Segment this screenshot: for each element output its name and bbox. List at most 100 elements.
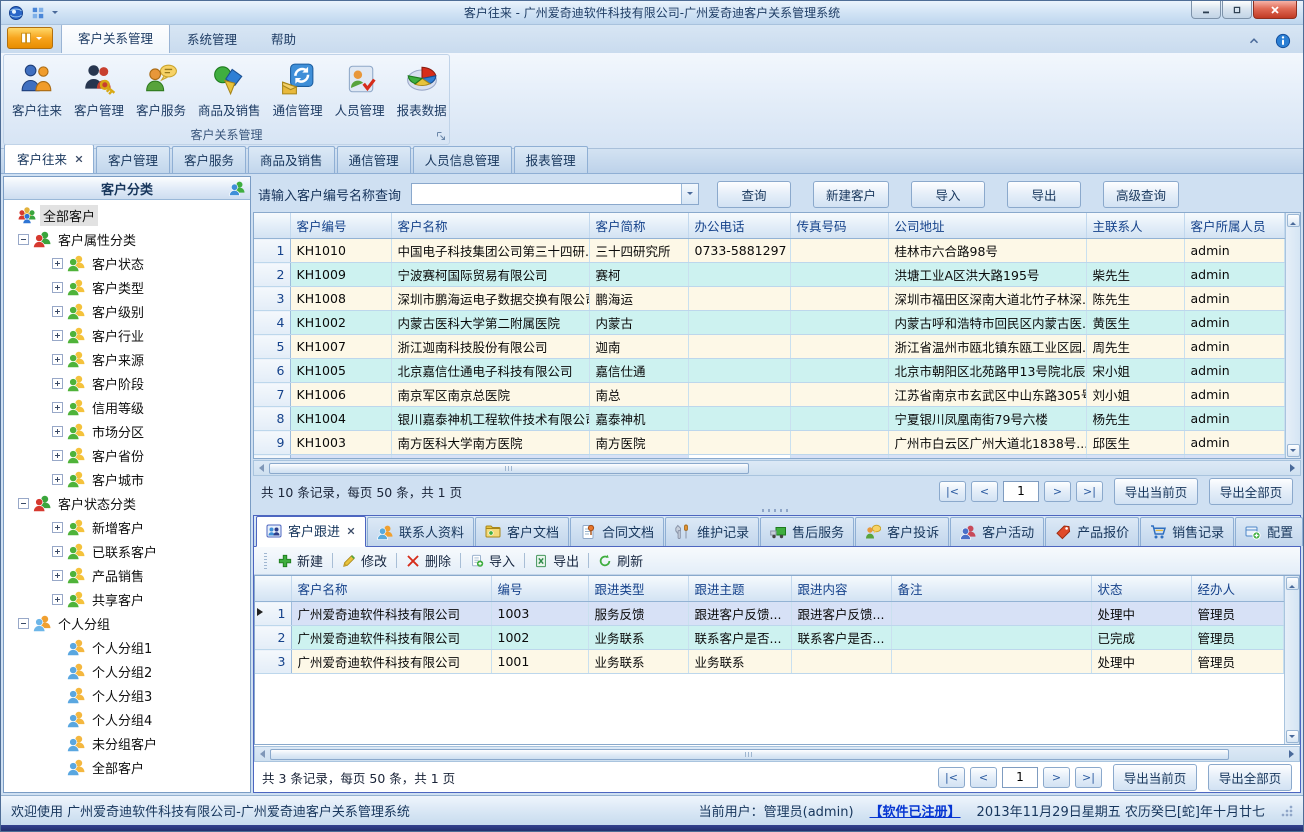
license-link[interactable]: 【软件已注册】 [870, 801, 961, 820]
ribbon-item[interactable]: 客户服务 [130, 58, 192, 121]
dialog-launcher-button[interactable] [435, 130, 447, 142]
panel-splitter[interactable] [253, 506, 1301, 515]
edit-button[interactable]: 修改 [342, 551, 387, 570]
horizontal-scrollbar[interactable] [254, 746, 1300, 762]
detail-tab[interactable]: 销售记录 [1140, 517, 1234, 546]
export-current-button[interactable]: 导出当前页 [1114, 478, 1198, 505]
table-row[interactable]: 7KH1006南京军区南京总医院南总江苏省南京市玄武区中山东路305号刘小姐ad… [254, 383, 1285, 407]
tree-item[interactable]: 信用等级 [4, 395, 250, 419]
column-header[interactable]: 公司地址 [888, 213, 1086, 239]
tree-item[interactable]: 客户来源 [4, 347, 250, 371]
first-page-button[interactable]: |< [939, 481, 966, 502]
customer-search-input[interactable] [412, 184, 681, 204]
column-header[interactable]: 客户编号 [290, 213, 391, 239]
table-row[interactable]: 2KH1009宁波赛柯国际贸易有限公司赛柯洪塘工业A区洪大路195号柴先生adm… [254, 263, 1285, 287]
tree-item[interactable]: 已联系客户 [4, 539, 250, 563]
collapse-icon[interactable] [18, 618, 29, 629]
scroll-up-button[interactable] [1287, 214, 1300, 227]
import-button[interactable]: 导入 [911, 181, 985, 208]
scrollbar-thumb[interactable] [270, 749, 1229, 760]
category-manage-icon[interactable] [229, 180, 245, 196]
ribbon-tab[interactable]: 客户关系管理 [61, 23, 170, 53]
tree-item[interactable]: 产品销售 [4, 563, 250, 587]
combo-dropdown-button[interactable] [681, 184, 698, 204]
refresh-button[interactable]: 刷新 [598, 551, 643, 570]
detail-tab[interactable]: 客户投诉 [855, 517, 949, 546]
table-row[interactable]: 3KH1008深圳市鹏海运电子数据交换有限公司鹏海运深圳市福田区深南大道北竹子林… [254, 287, 1285, 311]
doc-tab[interactable]: 客户服务 [172, 146, 246, 173]
expand-icon[interactable] [52, 594, 63, 605]
tree-item[interactable]: 新增客户 [4, 515, 250, 539]
delete-button[interactable]: 删除 [406, 551, 451, 570]
tree-item[interactable]: 共享客户 [4, 587, 250, 611]
tree-item[interactable]: 个人分组 [4, 611, 250, 635]
tree-item[interactable]: 客户阶段 [4, 371, 250, 395]
scrollbar-thumb[interactable] [269, 463, 749, 474]
new-customer-button[interactable]: 新建客户 [813, 181, 889, 208]
import-button[interactable]: 导入 [470, 551, 515, 570]
detail-tab[interactable]: 产品报价 [1045, 517, 1139, 546]
ribbon-item[interactable]: 人员管理 [329, 58, 391, 121]
quick-access-dropdown-icon[interactable] [52, 11, 58, 17]
advanced-query-button[interactable]: 高级查询 [1103, 181, 1179, 208]
tree-item[interactable]: 个人分组1 [4, 635, 250, 659]
expand-icon[interactable] [52, 522, 63, 533]
detail-tab[interactable]: 客户活动 [950, 517, 1044, 546]
restore-button[interactable] [1222, 1, 1252, 19]
detail-tab[interactable]: 维护记录 [665, 517, 759, 546]
scroll-left-button[interactable] [255, 462, 268, 474]
tree-item[interactable]: 客户行业 [4, 323, 250, 347]
column-header[interactable]: 客户名称 [391, 213, 589, 239]
collapse-icon[interactable] [18, 234, 29, 245]
expand-icon[interactable] [52, 354, 63, 365]
expand-icon[interactable] [52, 426, 63, 437]
expand-icon[interactable] [52, 306, 63, 317]
scroll-right-button[interactable] [1285, 748, 1298, 760]
column-header[interactable]: 跟进类型 [588, 576, 688, 602]
column-header[interactable]: 客户所属人员 [1184, 213, 1285, 239]
vertical-scrollbar[interactable] [1285, 213, 1300, 458]
export-all-button[interactable]: 导出全部页 [1209, 478, 1293, 505]
quick-access-grid-icon[interactable] [31, 6, 45, 20]
tree-item[interactable]: 个人分组3 [4, 683, 250, 707]
tree-item[interactable]: 客户级别 [4, 299, 250, 323]
horizontal-scrollbar[interactable] [253, 460, 1301, 476]
tree-item[interactable]: 客户省份 [4, 443, 250, 467]
doc-tab[interactable]: 客户往来 [4, 144, 94, 173]
tree-item[interactable]: 客户类型 [4, 275, 250, 299]
doc-tab[interactable]: 通信管理 [337, 146, 411, 173]
column-header[interactable]: 经办人 [1191, 576, 1284, 602]
detail-tab[interactable]: 合同文档 [570, 517, 664, 546]
last-page-button[interactable]: >| [1076, 481, 1103, 502]
table-row[interactable]: 10KH1001广州爱奇迪软件科技有限公司爱奇迪87207160广州市白云区同和… [254, 455, 1285, 459]
resize-grip[interactable] [1281, 805, 1293, 817]
column-header[interactable]: 跟进内容 [791, 576, 891, 602]
prev-page-button[interactable]: < [970, 767, 997, 788]
collapse-icon[interactable] [18, 498, 29, 509]
doc-tab[interactable]: 报表管理 [514, 146, 588, 173]
column-header[interactable]: 客户简称 [589, 213, 688, 239]
scroll-left-button[interactable] [256, 748, 269, 760]
table-row[interactable]: 3广州爱奇迪软件科技有限公司1001业务联系业务联系处理中管理员 [255, 650, 1284, 674]
page-input[interactable] [1002, 767, 1038, 788]
scroll-up-button[interactable] [1286, 577, 1299, 590]
table-row[interactable]: 1KH1010中国电子科技集团公司第三十四研...三十四研究所0733-5881… [254, 239, 1285, 263]
ribbon-item[interactable]: 客户往来 [6, 58, 68, 121]
detail-tab[interactable]: 客户跟进 [256, 516, 366, 547]
expand-icon[interactable] [52, 570, 63, 581]
table-row[interactable]: 4KH1002内蒙古医科大学第二附属医院内蒙古内蒙古呼和浩特市回民区内蒙古医..… [254, 311, 1285, 335]
expand-icon[interactable] [52, 546, 63, 557]
table-row[interactable]: 9KH1003南方医科大学南方医院南方医院广州市白云区广州大道北1838号...… [254, 431, 1285, 455]
tree-item[interactable]: 客户状态分类 [4, 491, 250, 515]
tree-item[interactable]: 客户城市 [4, 467, 250, 491]
scroll-down-button[interactable] [1286, 730, 1299, 743]
column-header[interactable]: 办公电话 [688, 213, 790, 239]
export-all-button[interactable]: 导出全部页 [1208, 764, 1292, 791]
detail-tab[interactable]: 售后服务 [760, 517, 854, 546]
expand-icon[interactable] [52, 378, 63, 389]
expand-icon[interactable] [52, 402, 63, 413]
tree-item[interactable]: 个人分组2 [4, 659, 250, 683]
last-page-button[interactable]: >| [1075, 767, 1102, 788]
close-button[interactable] [1253, 1, 1297, 19]
prev-page-button[interactable]: < [971, 481, 998, 502]
